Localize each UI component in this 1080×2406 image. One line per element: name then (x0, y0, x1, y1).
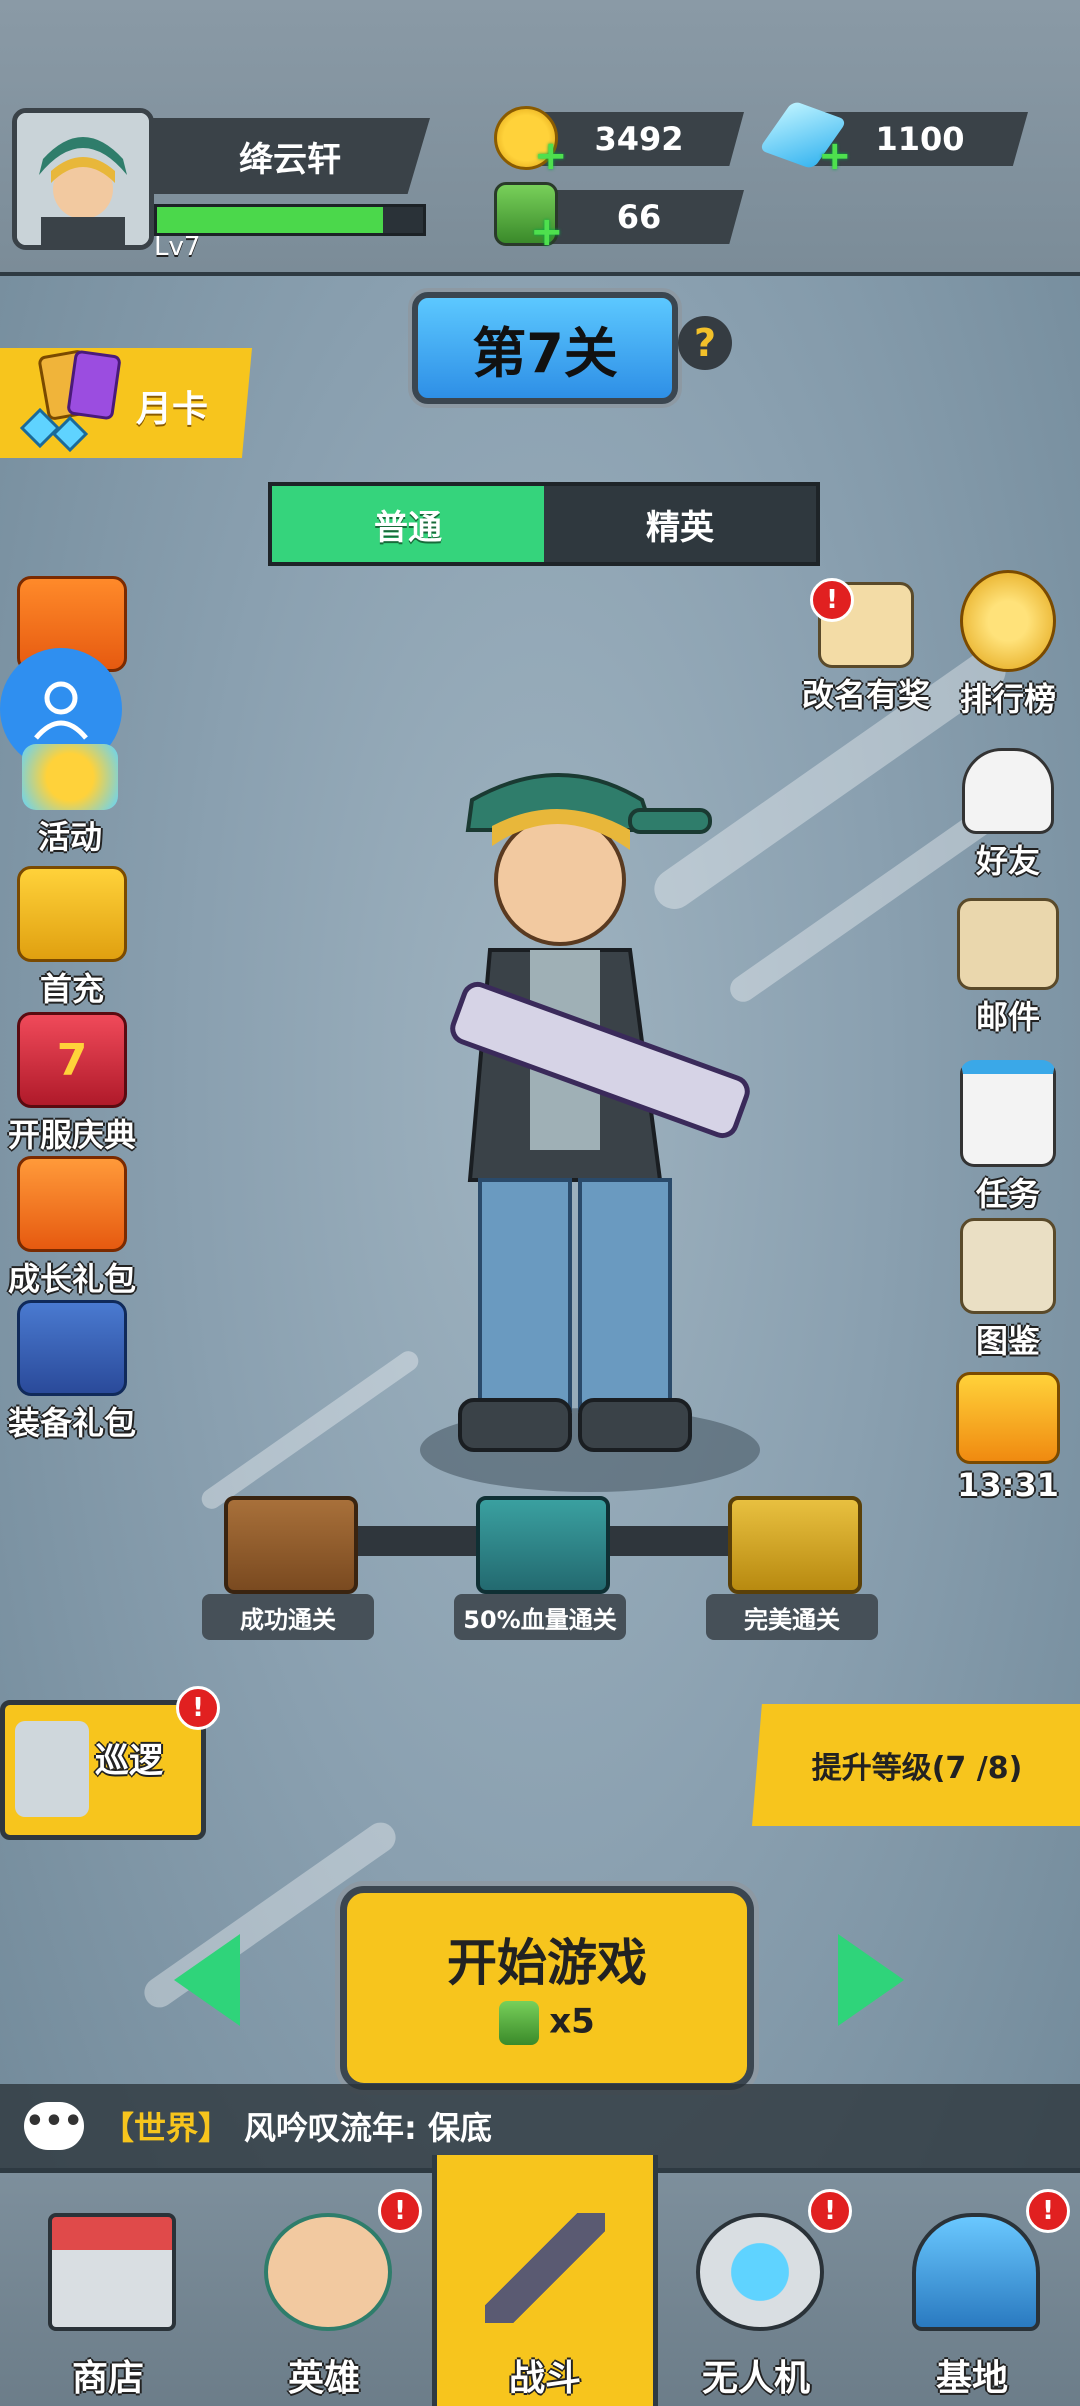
add-gems-icon[interactable]: + (818, 136, 852, 176)
add-coins-icon[interactable]: + (534, 136, 568, 176)
sidebar-item-activity[interactable]: 活动 (0, 744, 140, 858)
nav-label: 英雄 (287, 2358, 360, 2399)
sidebar-item-codex[interactable]: 图鉴 (938, 1218, 1078, 1362)
alert-badge: ! (810, 578, 854, 622)
activity-icon (22, 744, 118, 810)
sidebar-item-mail[interactable]: 邮件 (938, 898, 1078, 1038)
player-name: 绛云轩 (150, 118, 430, 194)
task-list-icon (960, 1060, 1056, 1167)
sidebar-item-label: 任务 (975, 1175, 1040, 1213)
nav-label: 基地 (935, 2358, 1008, 2399)
friends-icon (962, 748, 1054, 834)
sidebar-item-celebration[interactable]: 7 开服庆典 (2, 1012, 142, 1156)
tab-elite[interactable]: 精英 (544, 486, 816, 562)
energy-counter: 66 (534, 190, 744, 244)
alert-badge: ! (378, 2189, 422, 2233)
nav-battle[interactable]: 战斗 (432, 2155, 658, 2406)
chat-bubble-icon: ••• (24, 2102, 84, 2150)
stage-title: 第7关 (412, 292, 678, 404)
reward-chest-silver[interactable] (476, 1496, 610, 1594)
gift-timer: 13:31 (957, 1466, 1059, 1504)
chat-message: 风吟叹流年: 保底 (244, 2109, 492, 2147)
nav-hero[interactable]: 英雄 ! (216, 2173, 432, 2406)
sidebar-item-label: 开服庆典 (7, 1116, 136, 1154)
reward-chest-gold[interactable] (728, 1496, 862, 1594)
sidebar-item-label: 邮件 (975, 998, 1040, 1036)
start-game-button[interactable]: 开始游戏 x5 (340, 1886, 754, 2090)
hero-character (420, 773, 760, 1492)
difficulty-tabs: 普通 精英 (268, 482, 820, 566)
nav-shop[interactable]: 商店 (0, 2173, 216, 2406)
reward-label-clear: 成功通关 (202, 1594, 374, 1640)
sidebar-item-label: 图鉴 (975, 1322, 1040, 1360)
patrol-label: 巡逻 (95, 1741, 163, 1781)
month-card-icon (19, 350, 121, 453)
chat-channel: 【世界】 (102, 2109, 231, 2147)
next-stage-arrow[interactable] (838, 1934, 904, 2026)
energy-can-icon (499, 2001, 540, 2045)
nav-label: 无人机 (701, 2358, 810, 2399)
add-energy-icon[interactable]: + (530, 212, 564, 252)
sidebar-item-label: 排行榜 (959, 680, 1056, 718)
player-avatar[interactable] (12, 108, 154, 250)
timed-gift-icon (956, 1372, 1060, 1464)
month-card-label: 月卡 (136, 389, 209, 430)
xp-bar-fill (157, 207, 384, 233)
sidebar-item-friends[interactable]: 好友 (938, 748, 1078, 882)
alert-badge: ! (1026, 2189, 1070, 2233)
person-icon (34, 681, 88, 740)
codex-book-icon (960, 1218, 1056, 1314)
sidebar-item-label: 首充 (39, 970, 104, 1008)
sidebar-item-growth-pack[interactable]: 成长礼包 (2, 1156, 142, 1300)
nav-label: 商店 (71, 2358, 144, 2399)
equipment-gift-icon (17, 1300, 127, 1396)
sidebar-item-label: 成长礼包 (7, 1260, 136, 1298)
tab-normal[interactable]: 普通 (272, 486, 544, 562)
reward-chest-bronze[interactable] (224, 1496, 358, 1594)
alert-badge: ! (808, 2189, 852, 2233)
mail-icon (957, 898, 1059, 990)
sidebar-item-label: 活动 (37, 818, 102, 856)
sidebar-item-tasks[interactable]: 任务 (938, 1060, 1078, 1215)
rifle-icon (485, 2213, 605, 2323)
bottom-navigation: 商店 英雄 ! 战斗 无人机 ! 基地 ! (0, 2155, 1080, 2406)
patrol-button[interactable]: 巡逻 (0, 1700, 206, 1840)
treasure-chest-icon (17, 866, 127, 962)
growth-gift-icon (17, 1156, 127, 1252)
base-dome-icon (912, 2213, 1040, 2331)
shop-icon (48, 2213, 176, 2331)
nav-drone[interactable]: 无人机 ! (648, 2173, 864, 2406)
month-card-button[interactable]: 月卡 (0, 348, 252, 458)
sidebar-item-label: 好友 (975, 842, 1040, 880)
nav-base[interactable]: 基地 ! (864, 2173, 1080, 2406)
drone-icon (696, 2213, 824, 2331)
nav-label: 战斗 (508, 2358, 581, 2399)
upgrade-level-button[interactable]: 提升等级(7 /8) (752, 1704, 1080, 1826)
sidebar-item-ranking[interactable]: 排行榜 (938, 570, 1078, 720)
patrol-hero-icon (15, 1721, 89, 1817)
previous-stage-arrow[interactable] (174, 1934, 240, 2026)
patrol-alert-badge: ! (176, 1686, 220, 1730)
trophy-icon (960, 570, 1056, 672)
sidebar-item-equipment-pack[interactable]: 装备礼包 (2, 1300, 142, 1444)
sidebar-item-first-recharge[interactable]: 首充 (2, 866, 142, 1010)
sidebar-item-label: 装备礼包 (7, 1404, 136, 1442)
sidebar-item-timed-gift[interactable]: 13:31 (938, 1372, 1078, 1504)
start-game-cost-value: x5 (549, 2001, 595, 2042)
reward-label-half-hp: 50%血量通关 (454, 1594, 626, 1640)
hero-icon (264, 2213, 392, 2331)
celebration-chest-icon: 7 (17, 1012, 127, 1108)
sidebar-item-rename-reward[interactable]: 改名有奖 ! (796, 578, 936, 716)
help-icon[interactable]: ? (678, 316, 732, 370)
player-level: Lv7 (154, 232, 201, 262)
start-game-label: 开始游戏 (447, 1934, 647, 1992)
start-game-cost: x5 (347, 2001, 747, 2045)
reward-label-perfect: 完美通关 (706, 1594, 878, 1640)
sidebar-item-label: 改名有奖 (801, 676, 930, 714)
